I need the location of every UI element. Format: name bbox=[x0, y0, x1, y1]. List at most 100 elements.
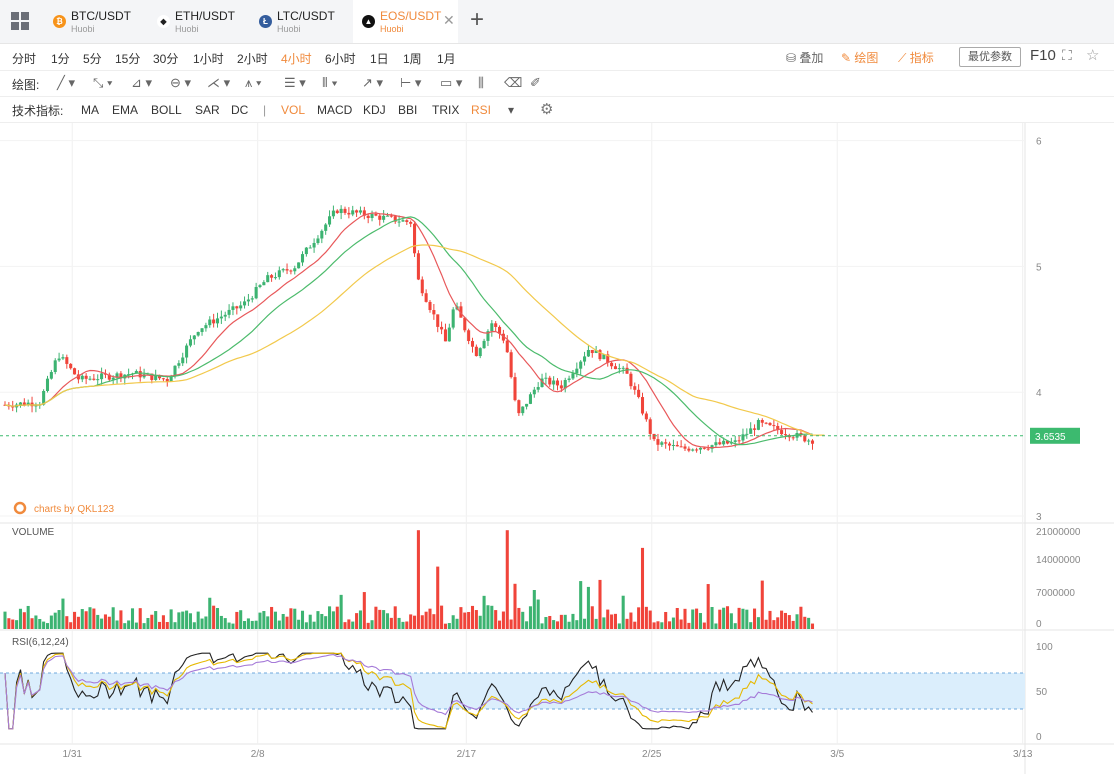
candle-body bbox=[714, 442, 718, 446]
volume-bar bbox=[583, 618, 587, 629]
indicator-bbi[interactable]: BBI bbox=[398, 103, 417, 117]
timeframe-11[interactable]: 1月 bbox=[437, 50, 456, 67]
timeframe-10[interactable]: 1周 bbox=[403, 50, 422, 67]
indicator-trix[interactable]: TRIX bbox=[432, 103, 459, 117]
line-tool-icon[interactable]: ╱ ▾ bbox=[57, 75, 75, 91]
timeframe-4[interactable]: 30分 bbox=[153, 50, 178, 67]
indicator-ma[interactable]: MA bbox=[81, 103, 99, 117]
candle-body bbox=[416, 253, 420, 280]
timeframe-9[interactable]: 1日 bbox=[370, 50, 389, 67]
candle-body bbox=[185, 345, 189, 358]
volume-bar bbox=[30, 618, 34, 629]
timeframe-3[interactable]: 15分 bbox=[115, 50, 140, 67]
star-icon[interactable]: ☆ bbox=[1086, 46, 1099, 64]
volume-bar bbox=[536, 599, 540, 629]
candle-body bbox=[80, 375, 84, 380]
overlay-button[interactable]: ⛁ 叠加 bbox=[786, 49, 823, 66]
volume-bar bbox=[780, 610, 784, 629]
wave-tool-icon[interactable]: ⋌ ▾ bbox=[207, 75, 230, 91]
fib-tool-icon[interactable]: ☰ ▾ bbox=[284, 75, 306, 91]
trash-icon[interactable]: ⌫ bbox=[504, 75, 522, 91]
candle-body bbox=[45, 378, 50, 392]
timeframe-5[interactable]: 1小时 bbox=[193, 50, 224, 67]
volume-bar bbox=[358, 610, 362, 629]
volume-bar bbox=[293, 608, 297, 629]
timeframe-7[interactable]: 4小时 bbox=[281, 50, 312, 67]
close-tab-icon[interactable]: ✕ bbox=[443, 12, 455, 29]
volume-bar bbox=[246, 618, 250, 629]
candle-body bbox=[219, 316, 223, 319]
timeframe-6[interactable]: 2小时 bbox=[237, 50, 268, 67]
indicator-ema[interactable]: EMA bbox=[112, 103, 138, 117]
candle-body bbox=[378, 215, 382, 220]
tab-eth-usdt[interactable]: ◆ ETH/USDT Huobi bbox=[148, 0, 248, 43]
volume-bar bbox=[586, 586, 590, 629]
volume-bar bbox=[73, 611, 77, 629]
current-price-label: 3.6535 bbox=[1035, 432, 1066, 443]
candle-body bbox=[648, 419, 652, 434]
indicator-button[interactable]: ⟋ 指标 bbox=[898, 49, 934, 66]
volume-bar bbox=[528, 606, 532, 629]
measure-tool-icon[interactable]: ⊢ ▾ bbox=[400, 75, 421, 91]
candle-body bbox=[320, 230, 324, 239]
volume-bar bbox=[219, 615, 223, 629]
settings-gear-icon[interactable]: ⚙ bbox=[540, 100, 553, 118]
kline-chart[interactable]: 1/31 2/8 2/17 2/25 3/5 3/13 3 4 5 6 3.6535 charts b… bbox=[0, 123, 1114, 774]
volume-bar bbox=[11, 619, 15, 629]
timeframe-0[interactable]: 分时 bbox=[12, 50, 36, 67]
channel-tool-icon[interactable]: ⊿ ▾ bbox=[131, 75, 152, 91]
timeframe-2[interactable]: 5分 bbox=[83, 50, 102, 67]
candle-body bbox=[652, 433, 656, 440]
timeframe-8[interactable]: 6小时 bbox=[325, 50, 356, 67]
candle-body bbox=[181, 357, 185, 364]
circle-tool-icon[interactable]: ⊖ ▾ bbox=[170, 75, 191, 91]
candle-body bbox=[343, 208, 347, 213]
indicator-dc[interactable]: DC bbox=[231, 103, 248, 117]
note-tool-icon[interactable]: ▭ ▾ bbox=[440, 75, 462, 91]
volume-bar bbox=[96, 614, 100, 629]
candle-body bbox=[807, 440, 811, 442]
indicator-sar[interactable]: SAR bbox=[195, 103, 220, 117]
arrow-tool-icon[interactable]: ↗ ▾ bbox=[362, 75, 383, 91]
volume-bar bbox=[474, 610, 478, 629]
indicator-vol[interactable]: VOL bbox=[281, 103, 305, 117]
candle-body bbox=[53, 360, 57, 373]
candle-body bbox=[223, 314, 227, 317]
volume-bar bbox=[324, 616, 328, 629]
optimal-params-button[interactable]: 最优参数 bbox=[959, 47, 1021, 67]
volume-bar bbox=[660, 622, 664, 629]
volume-bar bbox=[776, 617, 780, 629]
pattern-tool-icon[interactable]: ⩚ ▾ bbox=[245, 75, 261, 91]
candle-body bbox=[273, 277, 277, 279]
layout-grid-icon[interactable] bbox=[11, 12, 29, 30]
volume-bar bbox=[42, 621, 46, 629]
volume-bar bbox=[544, 617, 548, 629]
volume-bar bbox=[548, 615, 552, 629]
candle-body bbox=[358, 210, 362, 213]
candle-body bbox=[281, 269, 285, 271]
indicator-kdj[interactable]: KDJ bbox=[363, 103, 386, 117]
candle-body bbox=[73, 368, 77, 375]
candle-body bbox=[316, 238, 320, 243]
f10-button[interactable]: F10 bbox=[1030, 47, 1056, 64]
volume-bar bbox=[100, 618, 104, 629]
add-tab-icon[interactable]: + bbox=[470, 7, 484, 33]
ray-tool-icon[interactable]: ⤡ ▾ bbox=[93, 75, 112, 91]
draw-button[interactable]: ✎ 绘图 bbox=[841, 49, 878, 66]
more-indicators-icon[interactable]: ▾ bbox=[508, 103, 514, 117]
timeframe-1[interactable]: 1分 bbox=[51, 50, 70, 67]
fullscreen-icon[interactable]: ⛶ bbox=[1062, 47, 1072, 64]
indicator-rsi[interactable]: RSI bbox=[471, 103, 491, 117]
volume-bar bbox=[362, 592, 366, 629]
candle-body bbox=[470, 341, 475, 347]
bars-tool-icon[interactable]: ⫼ bbox=[478, 75, 484, 91]
tab-pair-label: BTC/USDT bbox=[71, 8, 131, 23]
tab-ltc-usdt[interactable]: Ł LTC/USDT Huobi bbox=[250, 0, 351, 43]
eraser-icon[interactable]: ✐ bbox=[530, 75, 541, 91]
tab-btc-usdt[interactable]: ₿ BTC/USDT Huobi bbox=[44, 0, 146, 43]
candle-body bbox=[239, 305, 243, 309]
gann-tool-icon[interactable]: ⦀ ▾ bbox=[322, 75, 338, 91]
indicator-macd[interactable]: MACD bbox=[317, 103, 352, 117]
indicator-boll[interactable]: BOLL bbox=[151, 103, 182, 117]
candle-body bbox=[640, 397, 645, 414]
